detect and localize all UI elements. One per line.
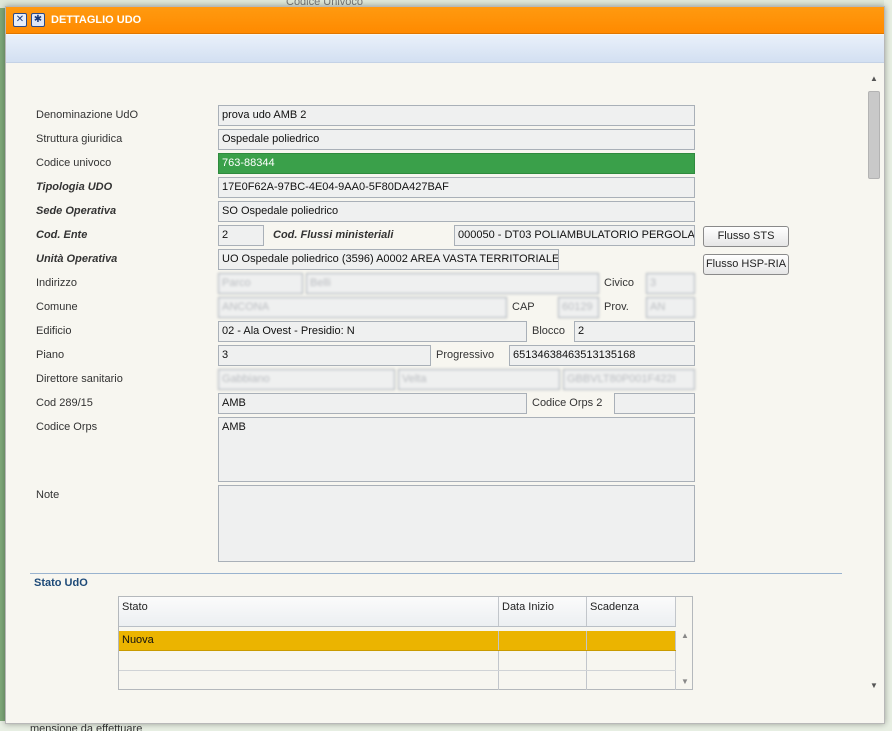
progressivo-label: Progressivo	[436, 349, 495, 361]
scrollbar-thumb[interactable]	[868, 91, 880, 179]
flusso-sts-button[interactable]: Flusso STS	[703, 226, 789, 247]
direttore-cf-field[interactable]: GBBVLT80P001F422I	[563, 369, 695, 390]
stato-udo-grid: Stato Data Inizio Scadenza Nuova ▲ ▼	[118, 596, 693, 690]
edificio-field[interactable]: 02 - Ala Ovest - Presidio: N	[218, 321, 527, 342]
codice-orps-label: Codice Orps	[36, 421, 98, 433]
indirizzo-via-field[interactable]: Belli	[306, 273, 599, 294]
dialog-titlebar: ✕ ✱ DETTAGLIO UDO	[6, 7, 884, 34]
column-stato[interactable]: Stato	[119, 597, 499, 626]
direttore-cognome-field[interactable]: Gabbiano	[218, 369, 395, 390]
close-icon[interactable]: ✕	[13, 13, 27, 27]
codice-univoco-label: Codice univoco	[36, 157, 112, 169]
cod-ente-label: Cod. Ente	[36, 229, 88, 241]
civico-label: Civico	[604, 277, 634, 289]
grid-header: Stato Data Inizio Scadenza	[119, 597, 676, 627]
cell-stato	[119, 651, 499, 670]
cell-scadenza	[587, 631, 676, 650]
cod-flussi-field[interactable]: 000050 - DT03 POLIAMBULATORIO PERGOLA	[454, 225, 695, 246]
dialog-scrollbar[interactable]: ▲ ▼	[867, 74, 882, 694]
codice-orps2-label: Codice Orps 2	[532, 397, 603, 409]
cell-scadenza	[587, 651, 676, 670]
tipologia-field[interactable]: 17E0F62A-97BC-4E04-9AA0-5F80DA427BAF	[218, 177, 695, 198]
scroll-up-icon[interactable]: ▲	[870, 74, 878, 83]
progressivo-field[interactable]: 65134638463513135168	[509, 345, 695, 366]
note-textarea[interactable]	[218, 485, 695, 562]
indirizzo-tipo-field[interactable]: Parco	[218, 273, 303, 294]
dialog-toolbar	[6, 35, 884, 63]
comune-field[interactable]: ANCONA	[218, 297, 507, 318]
dialog-title: DETTAGLIO UDO	[51, 14, 142, 26]
cell-data-inizio	[499, 671, 587, 690]
piano-field[interactable]: 3	[218, 345, 431, 366]
codice-orps2-field[interactable]	[614, 393, 695, 414]
prov-field[interactable]: AN	[646, 297, 695, 318]
column-data-inizio[interactable]: Data Inizio	[499, 597, 587, 626]
cod-ente-field[interactable]: 2	[218, 225, 264, 246]
dettaglio-udo-dialog: ✕ ✱ DETTAGLIO UDO Denominazione UdO prov…	[5, 6, 885, 724]
piano-label: Piano	[36, 349, 65, 361]
column-scadenza[interactable]: Scadenza	[587, 597, 676, 626]
cell-stato: Nuova	[119, 631, 499, 650]
unita-operativa-field[interactable]: UO Ospedale poliedrico (3596) A0002 AREA…	[218, 249, 559, 270]
grid-scrollbar[interactable]: ▲ ▼	[678, 627, 692, 689]
blocco-label: Blocco	[532, 325, 566, 337]
struttura-label: Struttura giuridica	[36, 133, 123, 145]
sede-operativa-label: Sede Operativa	[36, 205, 117, 217]
cod-flussi-label: Cod. Flussi ministeriali	[273, 229, 394, 241]
civico-field[interactable]: 3	[646, 273, 695, 294]
denominazione-field[interactable]: prova udo AMB 2	[218, 105, 695, 126]
scroll-up-icon[interactable]: ▲	[681, 631, 689, 640]
scroll-down-icon[interactable]: ▼	[681, 677, 689, 686]
direttore-sanitario-label: Direttore sanitario	[36, 373, 123, 385]
scroll-down-icon[interactable]: ▼	[870, 681, 878, 690]
edificio-label: Edificio	[36, 325, 72, 337]
note-label: Note	[36, 489, 60, 501]
cod-289-field[interactable]: AMB	[218, 393, 527, 414]
sede-operativa-field[interactable]: SO Ospedale poliedrico	[218, 201, 695, 222]
unita-operativa-label: Unità Operativa	[36, 253, 118, 265]
stato-udo-title: Stato UdO	[34, 577, 88, 589]
cell-scadenza	[587, 671, 676, 690]
struttura-field[interactable]: Ospedale poliedrico	[218, 129, 695, 150]
table-row[interactable]	[119, 671, 676, 691]
direttore-nome-field[interactable]: Velta	[398, 369, 560, 390]
cod-289-label: Cod 289/15	[36, 397, 93, 409]
cap-field[interactable]: 60129	[558, 297, 599, 318]
flusso-hsp-ria-button[interactable]: Flusso HSP-RIA	[703, 254, 789, 275]
indirizzo-label: Indirizzo	[36, 277, 77, 289]
background-footer-text: mensione da effettuare	[30, 723, 143, 731]
comune-label: Comune	[36, 301, 78, 313]
tipologia-label: Tipologia UDO	[36, 181, 113, 193]
denominazione-label: Denominazione UdO	[36, 109, 139, 121]
table-row[interactable]	[119, 651, 676, 671]
codice-univoco-field[interactable]: 763-88344	[218, 153, 695, 174]
dialog-content: Denominazione UdO prova udo AMB 2 Strutt…	[6, 64, 884, 724]
cap-label: CAP	[512, 301, 535, 313]
cell-stato	[119, 671, 499, 690]
blocco-field[interactable]: 2	[574, 321, 695, 342]
cell-data-inizio	[499, 631, 587, 650]
gear-icon[interactable]: ✱	[31, 13, 45, 27]
section-divider	[30, 573, 842, 574]
cell-data-inizio	[499, 651, 587, 670]
prov-label: Prov.	[604, 301, 629, 313]
background-app-right	[884, 0, 892, 731]
table-row[interactable]: Nuova	[119, 631, 676, 651]
codice-orps-textarea[interactable]: AMB	[218, 417, 695, 482]
